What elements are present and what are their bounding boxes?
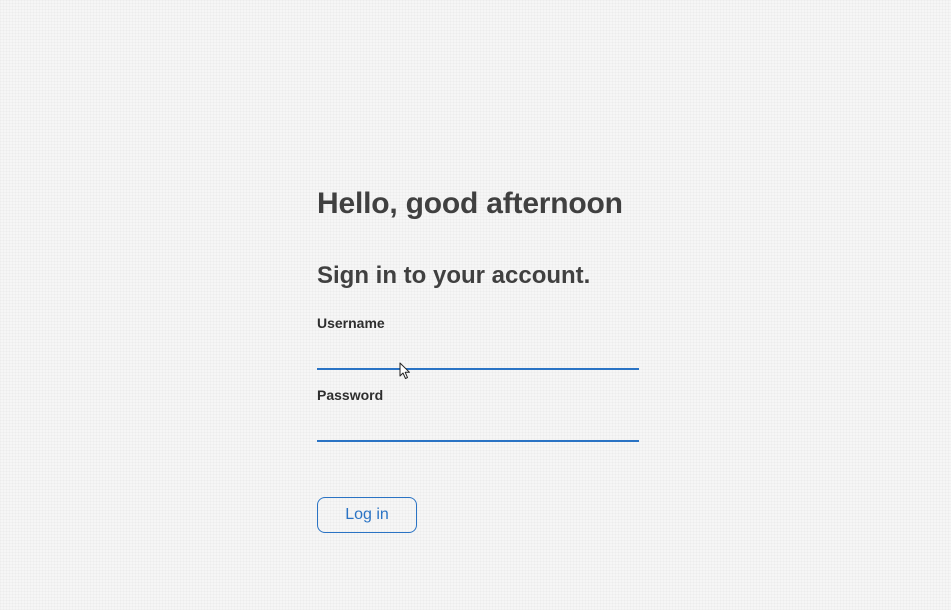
password-field[interactable] [317,413,639,442]
password-label: Password [317,387,384,403]
sign-in-subtitle: Sign in to your account. [317,262,591,289]
username-field[interactable] [317,341,639,370]
username-label: Username [317,315,385,331]
login-panel: Hello, good afternoon Sign in to your ac… [317,184,639,533]
login-button[interactable]: Log in [317,497,417,533]
greeting-heading: Hello, good afternoon [317,187,623,220]
login-form: Username Password Log in [317,314,639,533]
